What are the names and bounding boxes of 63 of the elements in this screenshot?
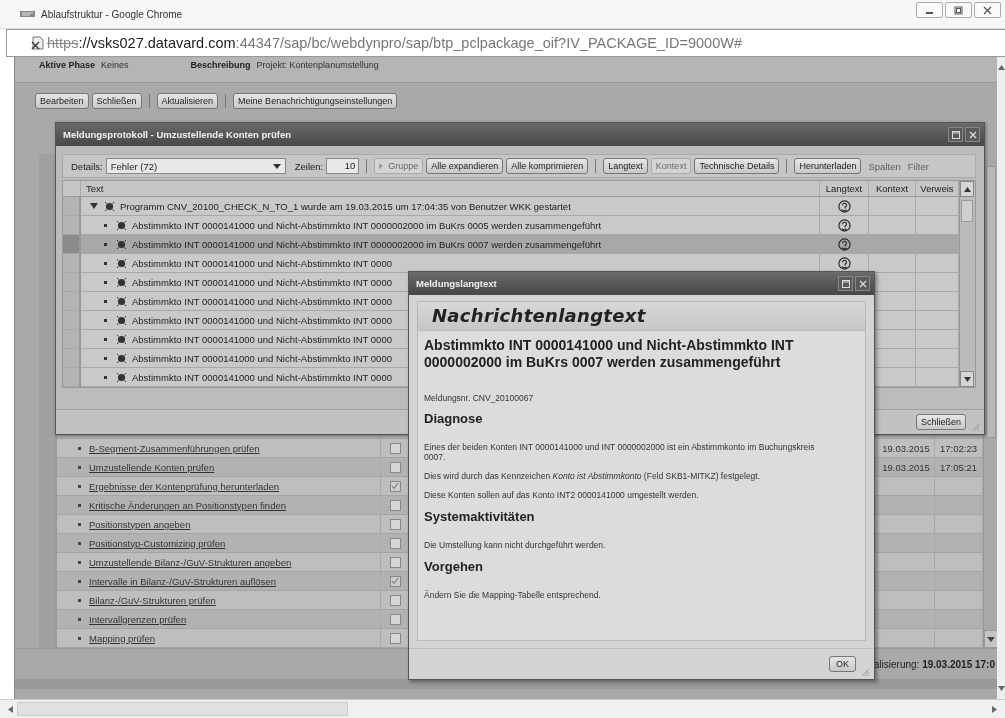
- toolbar-button[interactable]: Schließen: [91, 93, 142, 109]
- toolbar-button[interactable]: Alle expandieren: [426, 158, 504, 174]
- time-text: 17:02:23: [940, 442, 977, 454]
- message-text: Abstimmkto INT 0000141000 und Nicht-Abstimmkto INT 0000: [132, 257, 392, 269]
- message-text: Abstimmkto INT 0000141000 und Nicht-Abstimmkto INT 0000: [132, 314, 392, 326]
- step-link[interactable]: Intervalle in Bilanz-/GuV-Strukturen auflösen: [89, 575, 276, 587]
- toolbar-button[interactable]: Langtext: [603, 158, 648, 174]
- date-text: 19.03.2015: [882, 442, 930, 454]
- toolbar-button[interactable]: Meine Benachrichtigungseinstellungen: [233, 93, 398, 109]
- rows-input[interactable]: 10: [326, 158, 360, 174]
- field-label: Details:: [71, 160, 103, 172]
- time-text: 17:05:21: [940, 461, 977, 473]
- step-link[interactable]: B-Segment-Zusammenführungen prüfen: [89, 442, 260, 454]
- toolbar-button[interactable]: Aktualisieren: [156, 93, 219, 109]
- paragraph: Diese Konten sollen auf das Konto INT2 0000141000 umgestellt werden.: [424, 490, 700, 500]
- section-heading: Vorgehen: [424, 559, 484, 574]
- message-number: Meldungsnr. CNV_20100067: [424, 393, 535, 403]
- status-text: alisierung: 19.03.2015 17:0: [873, 658, 995, 670]
- paragraph: Die Umstellung kann nicht durchgeführt werden.: [424, 540, 607, 550]
- field-label: Beschreibung: [190, 60, 251, 72]
- date-text: 19.03.2015: [882, 461, 930, 473]
- dialog-title: Meldungslangtext: [416, 278, 497, 289]
- toolbar-button[interactable]: Technische Details: [694, 158, 780, 174]
- section-heading: Systemaktivitäten: [424, 509, 536, 524]
- panel-header: Nachrichtenlangtext: [418, 302, 865, 331]
- toolbar-button[interactable]: Bearbeiten: [35, 93, 89, 109]
- details-dropdown[interactable]: Fehler (72): [105, 158, 286, 174]
- ok-button[interactable]: OK: [829, 656, 856, 672]
- toolbar-button[interactable]: Herunterladen: [794, 158, 862, 174]
- dialog-title: Meldungsprotokoll - Umzustellende Konten prüfen: [63, 129, 291, 140]
- column-header: Kontext: [869, 181, 916, 197]
- toolbar-button[interactable]: Alle komprimieren: [506, 158, 589, 174]
- column-header: Text: [81, 181, 820, 197]
- field-label: Aktive Phase: [39, 60, 96, 72]
- step-link[interactable]: Mapping prüfen: [89, 632, 156, 644]
- message-heading: Abstimmkto INT 0000141000 und Nicht-Abstimmkto INT 0000002000 im BuKrs 0007 werden zusammengeführt: [424, 337, 795, 371]
- step-link[interactable]: Bilanz-/GuV-Strukturen prüfen: [89, 594, 216, 606]
- paragraph: Ändern Sie die Mapping-Tabelle entsprechend.: [424, 590, 602, 600]
- step-link[interactable]: Positionstyp-Customizing prüfen: [89, 537, 226, 549]
- message-text: Abstimmkto INT 0000141000 und Nicht-Abstimmkto INT 0000: [132, 352, 392, 364]
- step-link[interactable]: Positionstypen angeben: [89, 518, 191, 530]
- message-text: Abstimmkto INT 0000141000 und Nicht-Abstimmkto INT 0000002000 im BuKrs 0005 werden zusammengeführt: [132, 219, 602, 231]
- message-text: Abstimmkto INT 0000141000 und Nicht-Abstimmkto INT 0000: [132, 276, 392, 288]
- step-link[interactable]: Ergebnisse der Kontenprüfung herunterladen: [89, 480, 280, 492]
- message-text: Abstimmkto INT 0000141000 und Nicht-Abstimmkto INT 0000002000 im BuKrs 0007 werden zusammengeführt: [132, 238, 602, 250]
- message-text: Abstimmkto INT 0000141000 und Nicht-Abstimmkto INT 0000: [132, 333, 392, 345]
- close-dialog-button[interactable]: Schließen: [915, 414, 966, 430]
- step-link[interactable]: Umzustellende Bilanz-/GuV-Strukturen angeben: [89, 556, 292, 568]
- step-link[interactable]: Kritische Änderungen an Positionstypen finden: [89, 499, 286, 511]
- message-text: Programm CNV_20100_CHECK_N_TO_1 wurde am 19.03.2015 um 17:04:35 von Benutzer WKK gestartet: [120, 200, 571, 212]
- step-link[interactable]: Intervallgrenzen prüfen: [89, 613, 187, 625]
- field-label: Zeilen:: [294, 160, 324, 172]
- column-header: Verweis: [916, 181, 959, 197]
- step-link[interactable]: Umzustellende Konten prüfen: [89, 461, 215, 473]
- section-heading: Diagnose: [424, 411, 484, 426]
- field-value: Projekt: Kontenplanumstellung: [256, 60, 379, 72]
- message-text: Abstimmkto INT 0000141000 und Nicht-Abstimmkto INT 0000: [132, 371, 392, 383]
- paragraph: Eines der beiden Konten INT 0000141000 und INT 0000002000 ist ein Abstimmkonto im Buchungskreis 0007.: [424, 442, 816, 462]
- field-value: Keines: [101, 60, 129, 72]
- window-title: Ablaufstruktur - Google Chrome: [41, 8, 183, 20]
- message-text: Abstimmkto INT 0000141000 und Nicht-Abstimmkto INT 0000: [132, 295, 392, 307]
- column-header: Langtext: [820, 181, 869, 197]
- paragraph: Dies wird durch das Kennzeichen Konto ist Abstimmkonto (Feld SKB1-MITKZ) festgelegt.: [424, 471, 762, 481]
